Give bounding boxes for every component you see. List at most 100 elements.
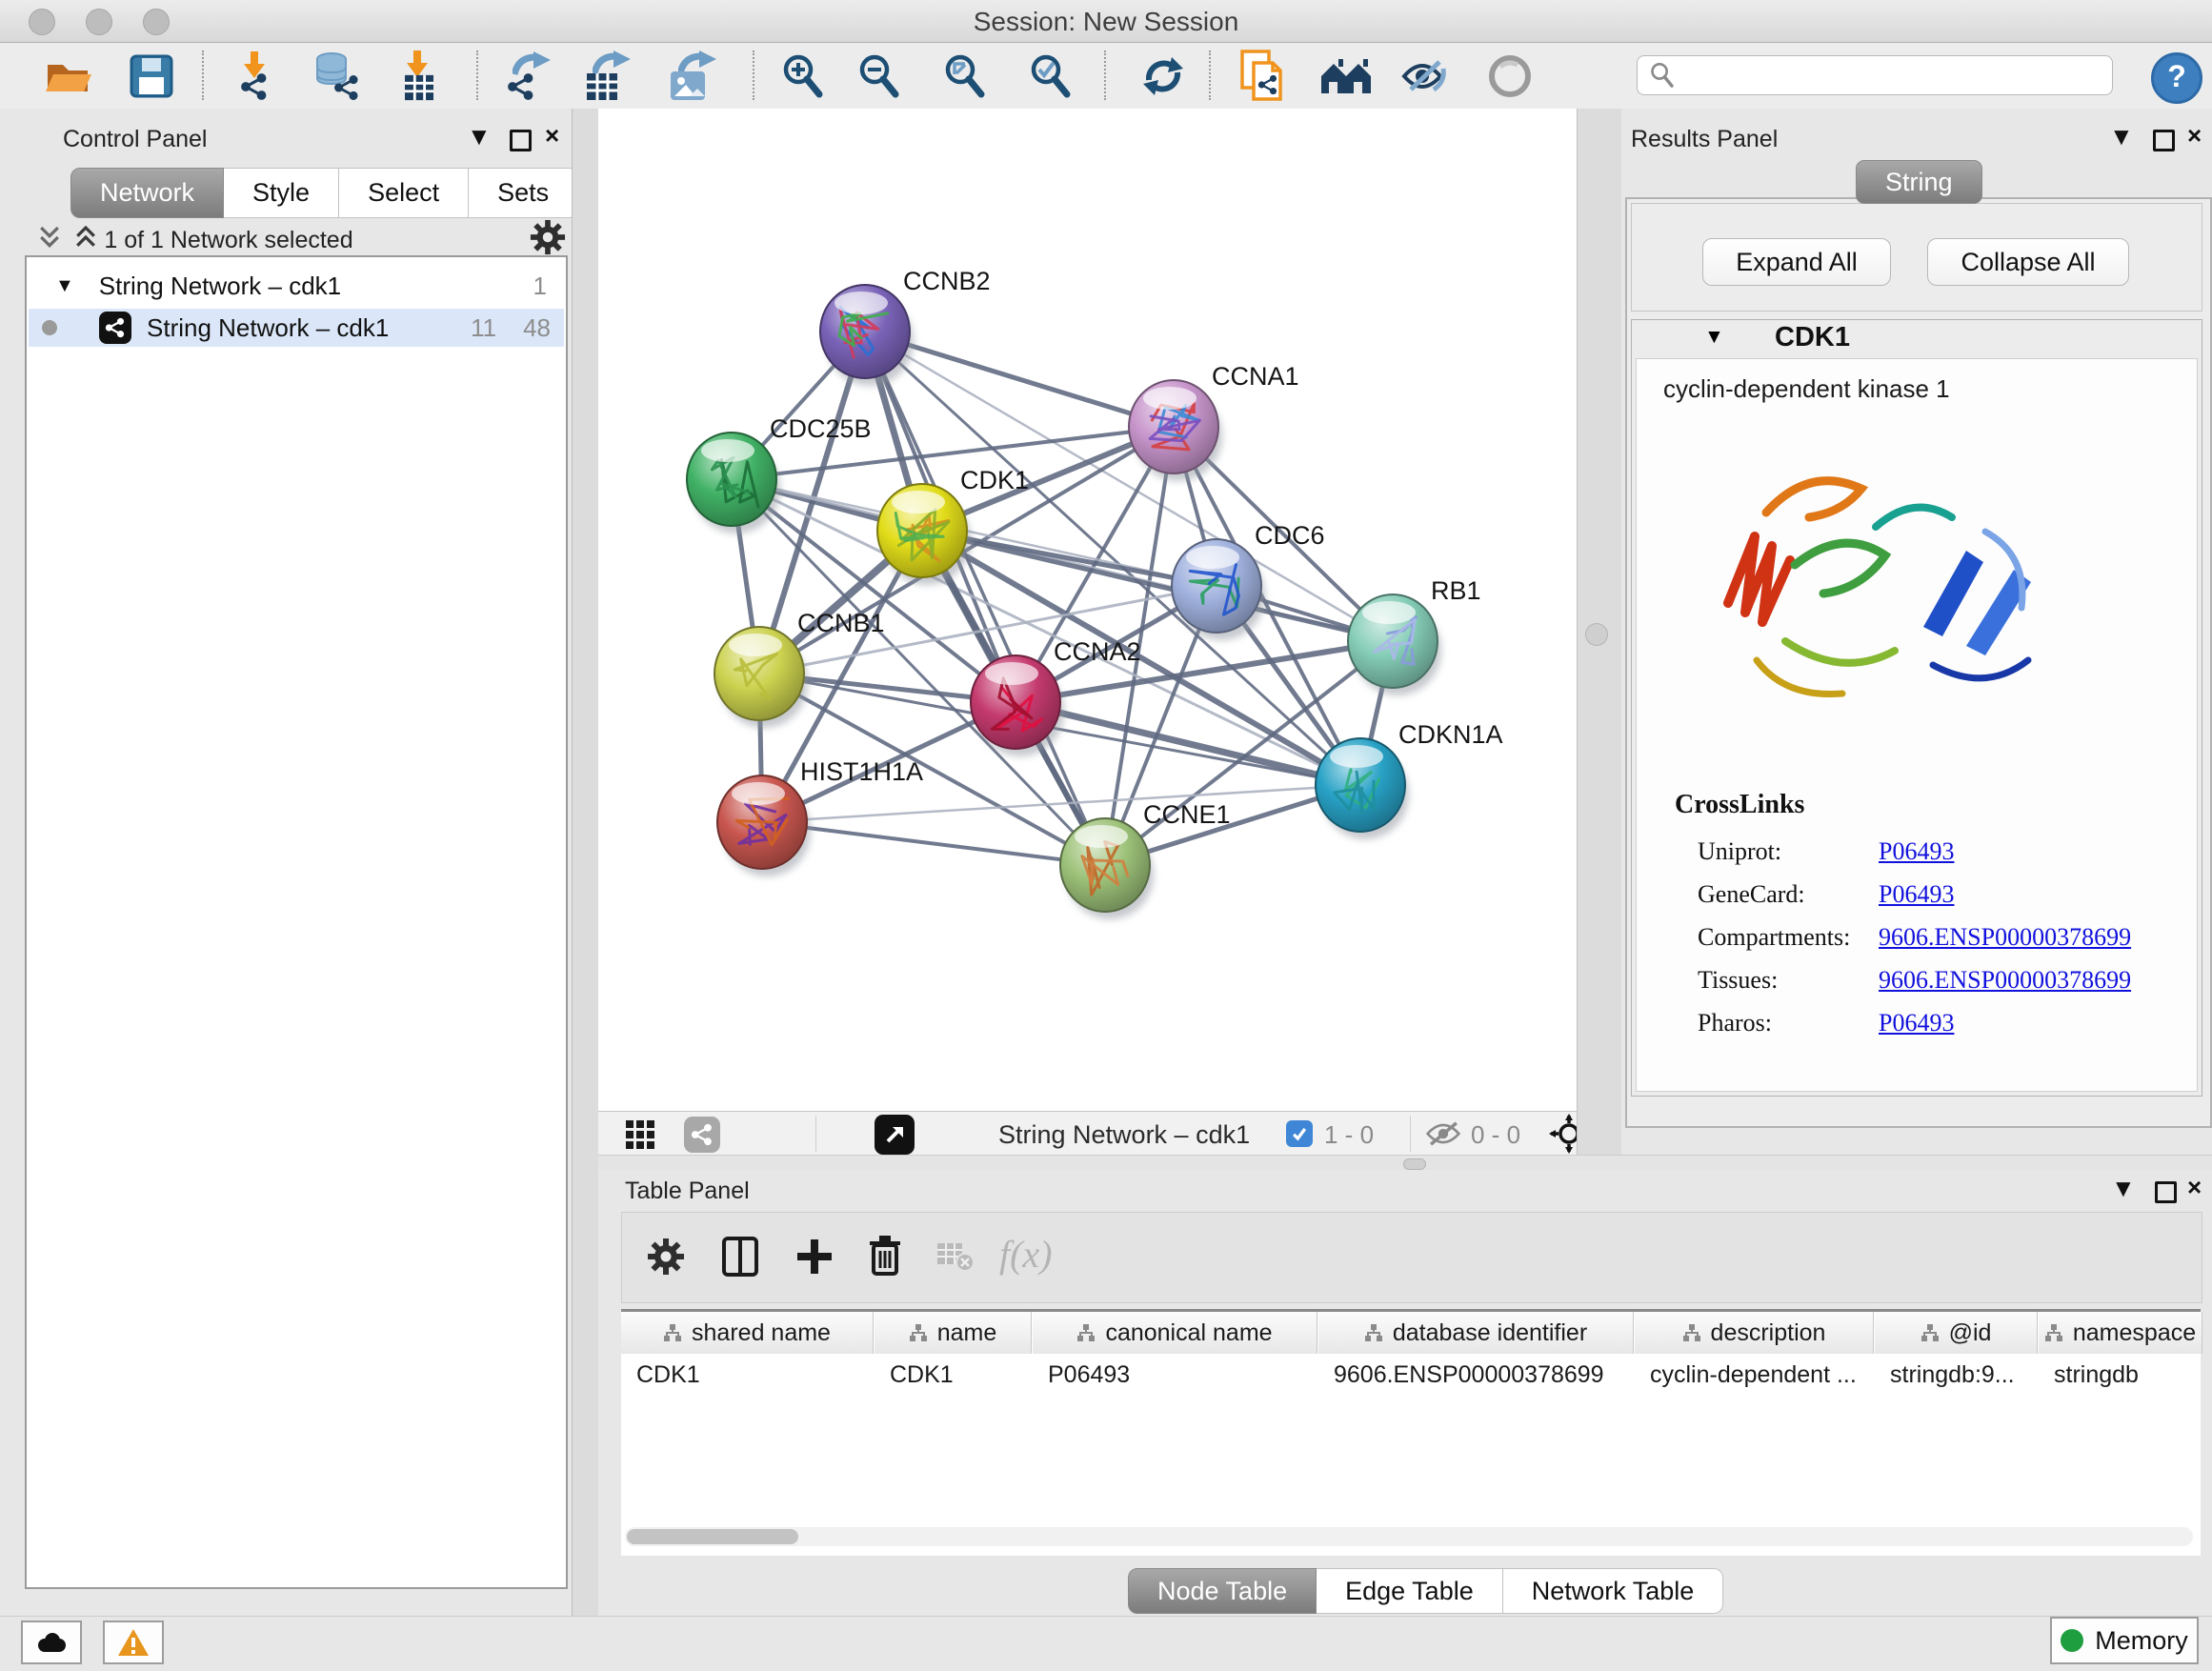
tab-network[interactable]: Network [70,168,224,218]
selected-checkbox[interactable] [1286,1120,1313,1147]
warnings-button[interactable] [103,1621,164,1664]
search-input[interactable] [1637,55,2113,95]
protein-structure-image [1699,422,2071,755]
table-cell[interactable]: 9606.ENSP00000378699 [1318,1356,1634,1394]
column-header-canonical-name[interactable]: canonical name [1033,1312,1317,1354]
column-header-database-identifier[interactable]: database identifier [1318,1312,1634,1354]
grid-view-icon[interactable] [625,1119,655,1155]
export-image-icon[interactable] [665,52,718,100]
import-table-icon[interactable] [391,52,444,100]
table-cell[interactable]: CDK1 [621,1356,874,1394]
results-panel-menu-icon[interactable]: ▼ [2109,122,2134,151]
protein-collapse-icon[interactable]: ▼ [1704,326,1724,349]
network-node-cdkn1a[interactable]: CDKN1A [1316,720,1503,839]
show-columns-icon[interactable] [721,1236,759,1282]
tab-edge-table[interactable]: Edge Table [1317,1568,1503,1614]
compartments-link[interactable]: 9606.ENSP00000378699 [1879,923,2131,951]
column-header--id[interactable]: @id [1875,1312,2038,1354]
zoom-out-icon[interactable] [853,52,906,100]
table-cell[interactable]: P06493 [1033,1356,1317,1394]
hidden-eye-slash-icon[interactable] [1425,1120,1461,1152]
crosslinks-list: Uniprot:P06493 GeneCard:P06493 Compartme… [1698,830,2131,1044]
divider-handle[interactable] [1585,623,1608,646]
help-button[interactable]: ? [2151,52,2202,104]
delete-column-trash-icon[interactable] [866,1234,904,1282]
collection-count: 1 [533,272,547,301]
cloud-button[interactable] [21,1621,82,1664]
control-panel-menu-icon[interactable]: ▼ [467,122,492,151]
network-node-hist1h1a[interactable]: HIST1H1A [717,757,923,876]
hide-annotations-eye-icon[interactable] [1399,52,1453,100]
pharos-link[interactable]: P06493 [1879,1009,1954,1037]
column-header-name[interactable]: name [875,1312,1032,1354]
network-view-title: String Network – cdk1 [998,1120,1250,1150]
table-hscrollbar[interactable] [625,1527,2193,1546]
zoom-selected-icon[interactable] [1024,52,1077,100]
network-share-view-icon[interactable] [684,1117,720,1153]
network-canvas[interactable]: CCNB2CCNA1CDC25BCDK1CDC6RB1CCNB1CCNA2CDK… [598,109,1577,1111]
network-options-gear-icon[interactable] [530,219,566,260]
window-title: Session: New Session [0,7,2212,37]
function-builder-icon[interactable]: f(x) [999,1232,1053,1277]
results-panel-close-icon[interactable]: × [2187,121,2202,151]
divider-handle[interactable] [1403,1158,1426,1170]
zoom-in-icon[interactable] [776,52,830,100]
network-node-cdc6[interactable]: CDC6 [1172,521,1325,640]
control-panel-divider[interactable] [572,109,599,1620]
column-header-shared-name[interactable]: shared name [621,1312,874,1354]
export-table-icon[interactable] [579,52,633,100]
network-row[interactable]: String Network – cdk1 11 48 [29,309,564,347]
expand-all-button[interactable]: Expand All [1702,238,1891,286]
control-panel-close-icon[interactable]: × [545,121,559,151]
tissues-link[interactable]: 9606.ENSP00000378699 [1879,966,2131,994]
refresh-icon[interactable] [1136,52,1190,100]
network-node-ccnb1[interactable]: CCNB1 [714,609,885,728]
add-column-icon[interactable] [795,1236,834,1282]
tree-icon [1920,1323,1940,1342]
genecard-link[interactable]: P06493 [1879,880,1954,908]
houses-icon[interactable] [1319,52,1373,100]
table-cell[interactable]: CDK1 [875,1356,1032,1394]
network-edge[interactable] [762,822,1105,865]
results-panel-float-icon[interactable] [2153,130,2175,151]
open-in-window-icon[interactable] [875,1115,915,1155]
table-hscrollbar-thumb[interactable] [627,1529,798,1544]
tab-node-table[interactable]: Node Table [1128,1568,1317,1614]
import-database-icon[interactable] [311,52,364,100]
table-panel-close-icon[interactable]: × [2187,1173,2202,1202]
table-panel-menu-icon[interactable]: ▼ [2111,1174,2136,1203]
table-cell[interactable]: cyclin-dependent ... [1635,1356,1874,1394]
column-header-namespace[interactable]: namespace [2039,1312,2202,1354]
table-cell[interactable]: stringdb [2039,1356,2202,1394]
network-collection-row[interactable]: ▼ String Network – cdk1 1 [29,267,564,305]
birdseye-eye-icon[interactable] [1483,52,1537,100]
tab-network-table[interactable]: Network Table [1503,1568,1724,1614]
zoom-fit-icon[interactable] [938,52,992,100]
table-options-gear-icon[interactable] [647,1238,685,1280]
control-panel-float-icon[interactable] [510,130,532,151]
delete-table-icon[interactable] [936,1241,975,1277]
open-folder-icon[interactable] [42,52,95,100]
network-edge[interactable] [865,332,1393,641]
table-toolbar: f(x) [621,1212,2202,1303]
network-node-rb1[interactable]: RB1 [1348,576,1481,695]
collapse-all-button[interactable]: Collapse All [1927,238,2129,286]
table-cell[interactable]: stringdb:9... [1875,1356,2038,1394]
table-panel-float-icon[interactable] [2155,1181,2177,1203]
uniprot-link[interactable]: P06493 [1879,837,1954,865]
network-node-ccna1[interactable]: CCNA1 [1129,362,1299,481]
tab-style[interactable]: Style [224,168,339,218]
export-network-icon[interactable] [501,52,554,100]
collection-expand-icon[interactable]: ▼ [55,275,74,297]
clone-network-icon[interactable] [1237,52,1290,100]
results-tab-string[interactable]: String [1856,160,1982,204]
column-header-description[interactable]: description [1635,1312,1874,1354]
tab-sets[interactable]: Sets [469,168,578,218]
tab-select[interactable]: Select [339,168,469,218]
import-network-icon[interactable] [228,52,281,100]
table-panel-divider[interactable] [598,1155,2212,1171]
network-node-ccne1[interactable]: CCNE1 [1060,800,1231,919]
results-panel-divider[interactable] [1577,109,1624,1155]
save-icon[interactable] [125,52,178,100]
memory-button[interactable]: Memory [2050,1617,2199,1664]
